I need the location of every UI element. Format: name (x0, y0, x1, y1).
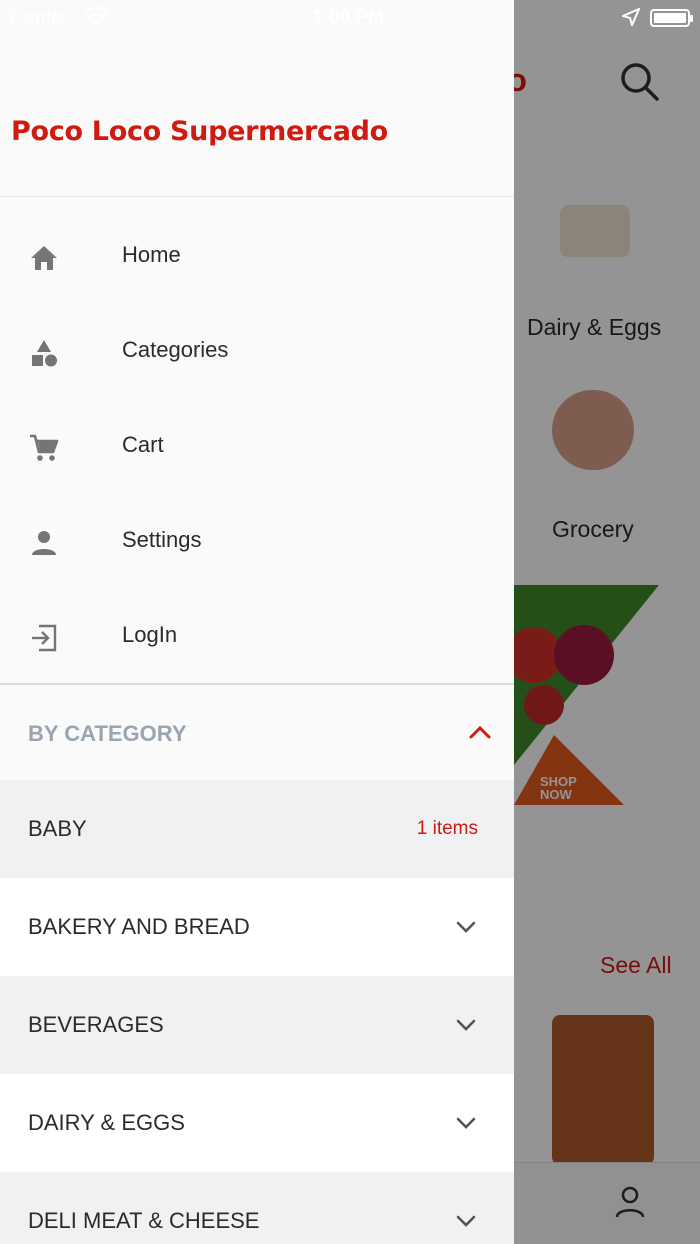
chevron-down-icon[interactable] (452, 916, 480, 938)
menu-item-settings[interactable]: Settings (0, 495, 514, 590)
home-icon (31, 246, 57, 270)
menu-label-cart: Cart (122, 432, 164, 457)
category-row-deli-meat[interactable]: DELI MEAT & CHEESE (0, 1172, 514, 1244)
location-arrow-icon (622, 8, 640, 26)
store-brand-name: Poco Loco Supermercado (11, 116, 388, 147)
status-time: 1:00 PM (312, 7, 384, 28)
category-item-count: 1 items (416, 818, 478, 839)
menu-item-cart[interactable]: Cart (0, 400, 514, 495)
menu-label-categories: Categories (122, 337, 229, 362)
category-label: BABY (28, 816, 87, 841)
login-icon (32, 624, 57, 652)
battery-icon (650, 9, 693, 27)
menu-label-settings: Settings (122, 527, 202, 552)
cart-icon (30, 434, 59, 461)
carrier-label: Carrier (10, 7, 69, 28)
chevron-down-icon[interactable] (452, 1014, 480, 1036)
category-label: BEVERAGES (28, 1012, 164, 1037)
chevron-down-icon[interactable] (452, 1210, 480, 1232)
chevron-up-icon[interactable] (466, 721, 494, 743)
category-row-bakery[interactable]: BAKERY AND BREAD (0, 878, 514, 976)
wifi-icon (84, 6, 110, 26)
category-label: BAKERY AND BREAD (28, 914, 250, 939)
menu-item-home[interactable]: Home (0, 210, 514, 305)
person-icon (32, 531, 56, 555)
category-row-dairy-eggs[interactable]: DAIRY & EGGS (0, 1074, 514, 1172)
status-bar: Carrier 1:00 PM (0, 0, 700, 36)
by-category-title: BY CATEGORY (28, 721, 187, 746)
categories-icon (32, 340, 57, 367)
menu-label-login: LogIn (122, 622, 178, 647)
category-label: DAIRY & EGGS (28, 1110, 185, 1135)
category-row-baby[interactable]: BABY 1 items (0, 780, 514, 878)
menu-item-categories[interactable]: Categories (0, 305, 514, 400)
chevron-down-icon[interactable] (452, 1112, 480, 1134)
by-category-header[interactable]: BY CATEGORY (0, 685, 514, 780)
navigation-drawer: Poco Loco Supermercado Home Categories C… (0, 0, 514, 1244)
menu-item-login[interactable]: LogIn (0, 590, 514, 685)
category-label: DELI MEAT & CHEESE (28, 1208, 260, 1233)
menu-label-home: Home (122, 242, 181, 267)
category-row-beverages[interactable]: BEVERAGES (0, 976, 514, 1074)
